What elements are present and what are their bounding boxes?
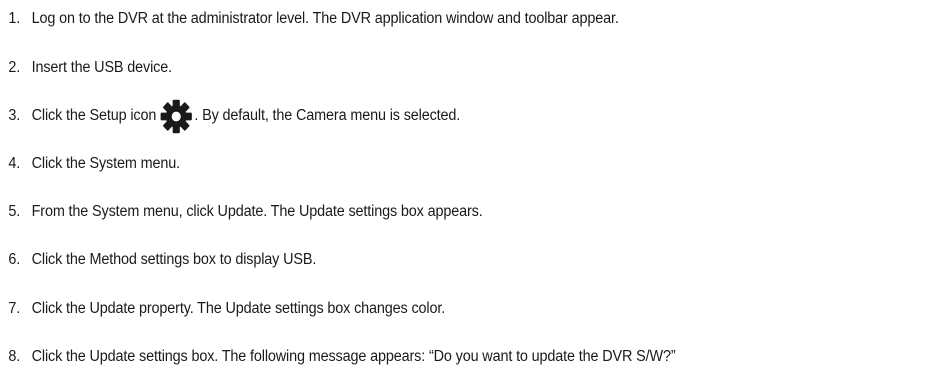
step-number: 6.	[8, 251, 21, 268]
step-text: Insert the USB device.	[31, 59, 172, 76]
step-text-before-icon: Click the Setup icon	[31, 107, 157, 124]
step-8: 8. Click the Update settings box. The fo…	[0, 343, 676, 371]
step-3: 3. Click the Setup icon . By default, th…	[0, 99, 461, 133]
step-4: 4. Click the System menu.	[0, 150, 180, 178]
step-number: 1.	[8, 10, 21, 27]
step-text: Click the System menu.	[31, 155, 180, 172]
step-number: 5.	[8, 203, 21, 220]
step-text: Click the Method settings box to display…	[31, 251, 317, 268]
step-text: Log on to the DVR at the administrator l…	[31, 10, 619, 27]
step-text: From the System menu, click Update. The …	[31, 203, 483, 220]
step-text-after-icon: . By default, the Camera menu is selecte…	[194, 107, 461, 124]
step-text: Click the Update property. The Update se…	[31, 300, 446, 317]
step-2: 2. Insert the USB device.	[0, 54, 172, 82]
step-number: 3.	[8, 107, 21, 124]
gear-icon	[160, 99, 193, 134]
step-number: 2.	[8, 59, 21, 76]
step-1: 1. Log on to the DVR at the administrato…	[0, 5, 619, 33]
step-5: 5. From the System menu, click Update. T…	[0, 198, 483, 226]
step-number: 4.	[8, 155, 21, 172]
step-text: Click the Update settings box. The follo…	[31, 348, 676, 365]
step-6: 6. Click the Method settings box to disp…	[0, 246, 316, 274]
step-7: 7. Click the Update property. The Update…	[0, 295, 445, 323]
step-number: 7.	[8, 300, 21, 317]
step-number: 8.	[8, 348, 21, 365]
